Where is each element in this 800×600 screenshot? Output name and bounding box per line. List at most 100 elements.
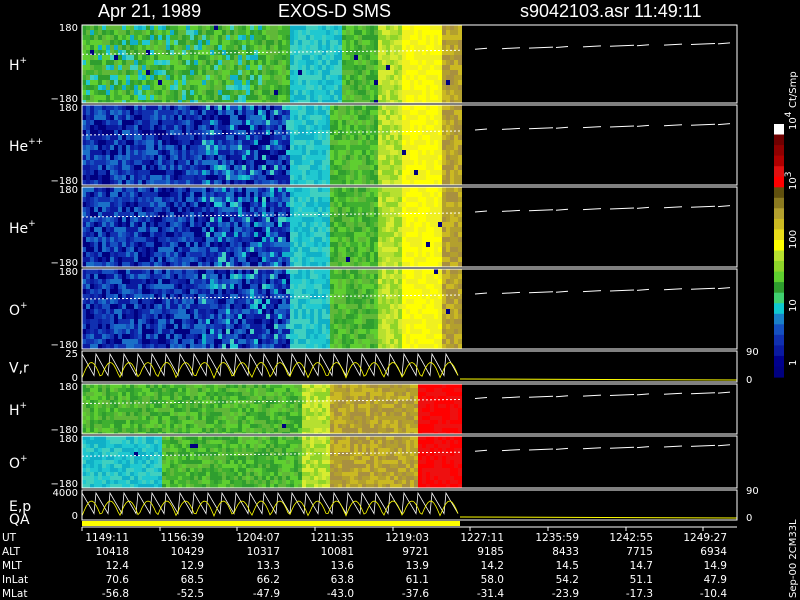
heatmap-cell <box>234 125 238 130</box>
heatmap-cell <box>198 217 202 222</box>
heatmap-cell <box>346 50 350 55</box>
heatmap-cell <box>186 115 190 120</box>
heatmap-cell <box>246 80 250 85</box>
heatmap-cell <box>126 202 130 207</box>
heatmap-cell <box>298 155 302 160</box>
heatmap-cell <box>362 202 366 207</box>
heatmap-cell <box>202 75 206 80</box>
heatmap-cell <box>122 227 126 232</box>
heatmap-cell <box>150 192 154 197</box>
heatmap-cell <box>158 115 162 120</box>
heatmap-cell <box>394 227 398 232</box>
heatmap-cell <box>418 110 422 115</box>
heatmap-cell <box>370 237 374 242</box>
heatmap-cell <box>406 165 410 170</box>
heatmap-cell <box>450 105 454 110</box>
heatmap-cell <box>186 170 190 175</box>
heatmap-cell <box>134 170 138 175</box>
heatmap-cell <box>434 202 438 207</box>
heatmap-cell <box>278 40 282 45</box>
heatmap-cell <box>366 227 370 232</box>
heatmap-cell <box>442 55 446 60</box>
heatmap-cell <box>138 324 142 329</box>
heatmap-cell <box>310 75 314 80</box>
plot-file-time: s9042103.asr 11:49:11 <box>520 1 701 21</box>
heatmap-cell <box>398 85 402 90</box>
heatmap-cell <box>290 40 294 45</box>
heatmap-cell <box>230 115 234 120</box>
heatmap-cell <box>98 197 102 202</box>
heatmap-cell <box>186 65 190 70</box>
heatmap-cell <box>254 95 258 100</box>
heatmap-cell <box>330 85 334 90</box>
heatmap-cell <box>170 50 174 55</box>
heatmap-cell <box>430 160 434 165</box>
heatmap-cell <box>322 165 326 170</box>
heatmap-cell <box>454 165 458 170</box>
heatmap-cell <box>322 160 326 165</box>
heatmap-cell <box>302 232 306 237</box>
heatmap-cell <box>454 227 458 232</box>
heatmap-cell <box>234 45 238 50</box>
heatmap-cell <box>374 45 378 50</box>
heatmap-cell <box>366 257 370 262</box>
heatmap-cell <box>98 212 102 217</box>
heatmap-cell <box>102 140 106 145</box>
heatmap-cell <box>130 170 134 175</box>
heatmap-cell <box>142 50 146 55</box>
heatmap-cell <box>214 202 218 207</box>
heatmap-cell <box>286 192 290 197</box>
heatmap-cell <box>274 80 278 85</box>
heatmap-cell <box>282 95 286 100</box>
heatmap-cell <box>138 309 142 314</box>
heatmap-cell <box>434 115 438 120</box>
heatmap-cell <box>454 150 458 155</box>
heatmap-cell <box>302 50 306 55</box>
heatmap-cell <box>202 65 206 70</box>
heatmap-cell <box>362 120 366 125</box>
heatmap-cell <box>194 110 198 115</box>
heatmap-cell <box>258 85 262 90</box>
heatmap-cell <box>206 30 210 35</box>
heatmap-cell <box>98 222 102 227</box>
heatmap-cell <box>318 175 322 180</box>
heatmap-cell <box>406 212 410 217</box>
heatmap-cell <box>258 80 262 85</box>
heatmap-cell <box>202 80 206 85</box>
heatmap-cell <box>150 40 154 45</box>
heatmap-cell <box>102 75 106 80</box>
heatmap-cell <box>378 145 382 150</box>
heatmap-cell <box>390 155 394 160</box>
heatmap-cell <box>430 135 434 140</box>
heatmap-cell <box>394 60 398 65</box>
heatmap-cell <box>238 232 242 237</box>
heatmap-cell <box>398 80 402 85</box>
heatmap-cell <box>322 120 326 125</box>
heatmap-cell <box>150 85 154 90</box>
heatmap-cell <box>230 135 234 140</box>
heatmap-cell <box>134 90 138 95</box>
heatmap-cell <box>206 105 210 110</box>
heatmap-cell <box>286 95 290 100</box>
heatmap-cell <box>162 85 166 90</box>
heatmap-cell <box>458 262 462 267</box>
heatmap-cell <box>134 299 138 304</box>
heatmap-cell <box>278 70 282 75</box>
heatmap-cell <box>358 155 362 160</box>
heatmap-cell <box>270 180 274 185</box>
heatmap-cell <box>146 155 150 160</box>
heatmap-cell <box>414 60 418 65</box>
heatmap-cell <box>190 237 194 242</box>
heatmap-cell <box>246 125 250 130</box>
heatmap-cell <box>162 237 166 242</box>
heatmap-cell <box>410 30 414 35</box>
heatmap-cell <box>194 217 198 222</box>
heatmap-cell <box>414 110 418 115</box>
heatmap-cell <box>410 125 414 130</box>
heatmap-cell <box>94 242 98 247</box>
heatmap-cell <box>354 187 358 192</box>
heatmap-cell <box>350 202 354 207</box>
heatmap-cell <box>430 192 434 197</box>
heatmap-cell <box>326 85 330 90</box>
heatmap-cell <box>458 85 462 90</box>
